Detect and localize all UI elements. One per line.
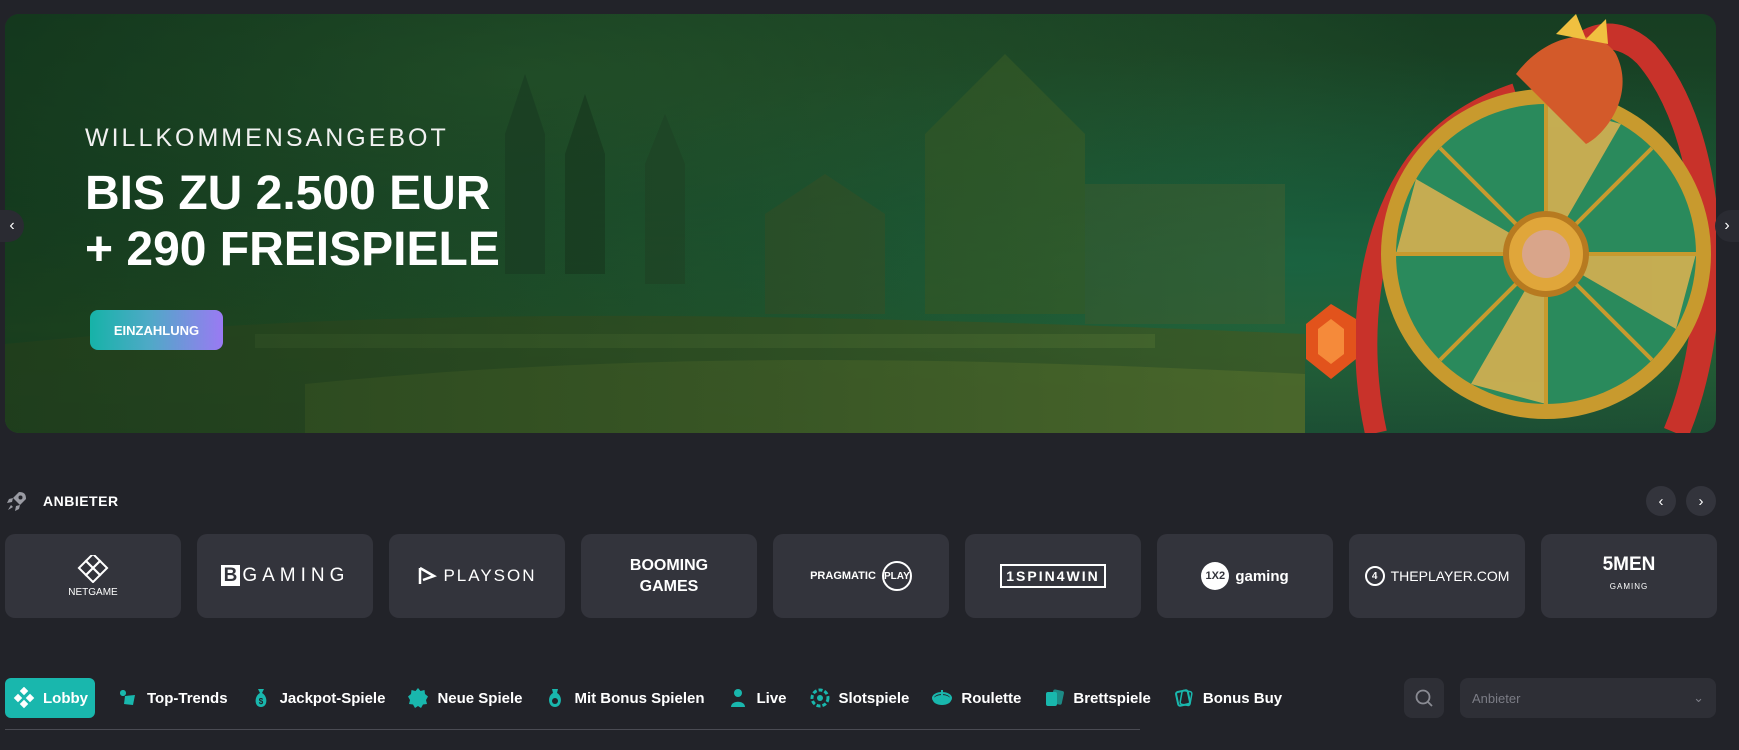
provider-card-1spin4win[interactable]: 1SPIN4WIN: [965, 534, 1141, 618]
hero-kicker: WILLKOMMENSANGEBOT: [85, 124, 449, 152]
chevron-right-icon: ›: [1698, 492, 1704, 510]
netgame-diamond-icon: [77, 554, 109, 583]
tab-label: Mit Bonus Spielen: [574, 689, 705, 707]
provider-card-pragmatic[interactable]: PRAGMATIC PLAY: [773, 534, 949, 618]
provider-card-playson[interactable]: PLAYSON: [389, 534, 565, 618]
tab-new-games[interactable]: Neue Spiele: [407, 678, 522, 718]
tab-top-trends[interactable]: Top-Trends: [117, 678, 228, 718]
provider-card-4theplayer[interactable]: 4 THEPLAYER.COM: [1349, 534, 1525, 618]
tab-label: Brettspiele: [1073, 689, 1151, 707]
hero-title: BIS ZU 2.500 EUR + 290 FREISPIELE: [85, 166, 685, 278]
chevron-right-icon: ›: [1724, 217, 1730, 234]
money-bag-icon: $: [255, 689, 266, 707]
bgaming-logo: B GAMING: [220, 565, 350, 587]
5men-logo: 5MEN GAMING: [1602, 554, 1656, 591]
playson-logo: PLAYSON: [417, 566, 536, 586]
svg-text:$: $: [258, 697, 263, 706]
tab-label: Top-Trends: [147, 689, 228, 707]
hero-banner[interactable]: WILLKOMMENSANGEBOT BIS ZU 2.500 EUR + 29…: [5, 14, 1716, 433]
tabs-divider: [5, 729, 1140, 730]
trends-icon: [120, 690, 135, 705]
rocket-icon: [7, 492, 26, 511]
pragmatic-logo: PRAGMATIC PLAY: [810, 561, 912, 591]
slot-icon: [810, 688, 830, 708]
cards-icon: [1046, 689, 1065, 706]
4theplayer-logo: 4 THEPLAYER.COM: [1364, 566, 1509, 586]
tab-label: Neue Spiele: [437, 689, 523, 707]
search-icon: [1415, 689, 1433, 707]
providers-prev-button[interactable]: ‹: [1646, 486, 1676, 516]
providers-header: ANBIETER: [5, 485, 119, 517]
tab-label: Lobby: [43, 689, 88, 707]
dealer-icon: [730, 689, 745, 707]
booming-logo: BOOMING GAMES: [629, 557, 709, 595]
hero-next-button[interactable]: ›: [1715, 210, 1739, 242]
tab-roulette[interactable]: Roulette: [931, 678, 1021, 718]
tab-bonus-games[interactable]: Mit Bonus Spielen: [544, 678, 705, 718]
1x2gaming-logo: 1X2 gaming: [1201, 562, 1289, 590]
tab-board-games[interactable]: Brettspiele: [1043, 678, 1151, 718]
deposit-button[interactable]: EINZAHLUNG: [90, 310, 223, 350]
play-icon: [419, 566, 438, 584]
hero-title-line-2: + 290 FREISPIELE: [85, 223, 500, 276]
provider-card-5men[interactable]: 5MEN GAMING: [1541, 534, 1717, 618]
providers-next-button[interactable]: ›: [1686, 486, 1716, 516]
1spin4win-logo: 1SPIN4WIN: [1000, 564, 1106, 588]
tab-jackpot[interactable]: $ Jackpot-Spiele: [250, 678, 386, 718]
bonus-icon: [549, 689, 562, 707]
search-button[interactable]: [1404, 678, 1444, 718]
tab-slots[interactable]: Slotspiele: [809, 678, 910, 718]
provider-card-bgaming[interactable]: B GAMING: [197, 534, 373, 618]
providers-carousel: NETGAME B GAMING PLAYSON BOOMING GAMES PR…: [5, 534, 1717, 618]
tab-label: Slotspiele: [838, 689, 910, 707]
tab-label: Bonus Buy: [1202, 689, 1283, 707]
tab-bonus-buy[interactable]: Bonus Buy: [1173, 678, 1282, 718]
provider-select[interactable]: Anbieter ⌄: [1460, 678, 1716, 718]
chevron-down-icon: ⌄: [1693, 690, 1704, 705]
provider-select-placeholder: Anbieter: [1472, 690, 1521, 706]
provider-card-1x2gaming[interactable]: 1X2 gaming: [1157, 534, 1333, 618]
new-badge-icon: [408, 688, 429, 708]
hero-title-line-1: BIS ZU 2.500 EUR: [85, 167, 491, 220]
dragon-wheel-illustration: [1306, 14, 1716, 433]
providers-pager: ‹ ›: [1646, 486, 1716, 516]
tab-live[interactable]: Live: [727, 678, 787, 718]
providers-title: ANBIETER: [43, 493, 119, 509]
chevron-left-icon: ‹: [1658, 492, 1664, 510]
tab-label: Jackpot-Spiele: [279, 689, 386, 707]
lobby-icon: [13, 687, 35, 709]
tab-label: Live: [756, 689, 787, 707]
netgame-logo: NETGAME: [68, 554, 118, 598]
roulette-icon: [932, 690, 953, 705]
bonus-buy-icon: [1174, 689, 1193, 707]
tab-label: Roulette: [961, 689, 1022, 707]
provider-card-netgame[interactable]: NETGAME: [5, 534, 181, 618]
category-tabs: Lobby Top-Trends $ Jackpot-Spiele Neue S…: [5, 678, 1282, 718]
chevron-left-icon: ‹: [9, 217, 15, 234]
provider-card-booming[interactable]: BOOMING GAMES: [581, 534, 757, 618]
tab-lobby[interactable]: Lobby: [5, 678, 95, 718]
